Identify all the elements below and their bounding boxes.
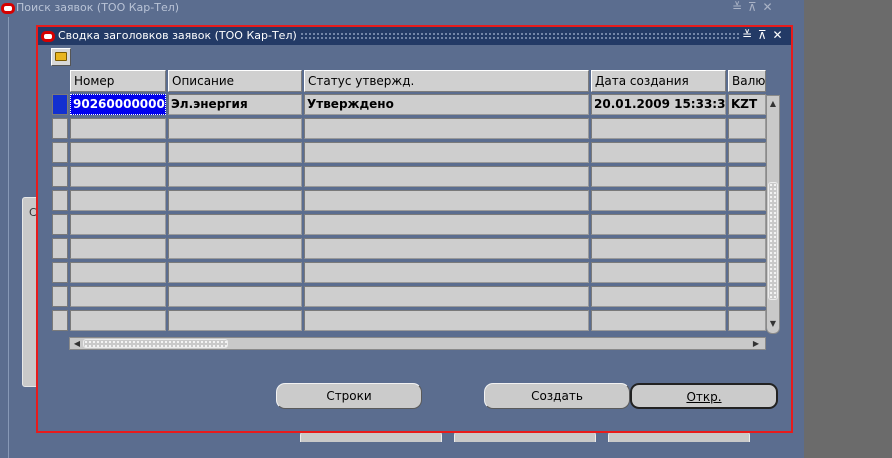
background-window-title: Поиск заявок (ТОО Кар-Тел) bbox=[16, 1, 180, 14]
table-cell[interactable] bbox=[728, 286, 766, 307]
table-cell[interactable] bbox=[70, 118, 166, 139]
open-folder-icon bbox=[55, 52, 67, 61]
column-header-approval-status[interactable]: Статус утвержд. bbox=[304, 70, 589, 92]
vertical-scrollbar[interactable]: ▲ ▼ bbox=[766, 95, 780, 334]
table-cell[interactable] bbox=[591, 238, 726, 259]
row-selector[interactable] bbox=[52, 214, 68, 235]
row-selector[interactable] bbox=[52, 166, 68, 187]
lines-button[interactable]: Строки bbox=[276, 383, 422, 409]
table-cell[interactable] bbox=[168, 166, 302, 187]
table-cell[interactable] bbox=[304, 190, 589, 211]
background-divider bbox=[8, 17, 9, 458]
table-cell[interactable] bbox=[70, 214, 166, 235]
table-cell[interactable] bbox=[728, 214, 766, 235]
table-cell[interactable] bbox=[728, 118, 766, 139]
table-cell[interactable] bbox=[591, 262, 726, 283]
table-cell[interactable]: 9026000000013 bbox=[70, 94, 166, 115]
row-selector[interactable] bbox=[52, 142, 68, 163]
row-selector[interactable] bbox=[52, 286, 68, 307]
horizontal-scrollbar[interactable]: ◀ ▶ bbox=[69, 337, 766, 350]
table-cell[interactable]: Утверждено bbox=[304, 94, 589, 115]
modal-title: Сводка заголовков заявок (ТОО Кар-Тел) bbox=[58, 29, 297, 42]
column-header-creation-date[interactable]: Дата создания bbox=[591, 70, 726, 92]
table-cell[interactable] bbox=[70, 286, 166, 307]
table-cell[interactable] bbox=[591, 118, 726, 139]
table-cell[interactable] bbox=[168, 262, 302, 283]
table-cell[interactable] bbox=[70, 262, 166, 283]
table-cell[interactable] bbox=[70, 142, 166, 163]
table-cell[interactable] bbox=[304, 142, 589, 163]
table-cell[interactable] bbox=[728, 238, 766, 259]
table-cell[interactable] bbox=[304, 238, 589, 259]
titlebar-grip bbox=[300, 32, 740, 40]
modal-titlebar[interactable]: Сводка заголовков заявок (ТОО Кар-Тел) ≚… bbox=[38, 27, 791, 45]
table-cell[interactable] bbox=[304, 286, 589, 307]
table-cell[interactable] bbox=[728, 142, 766, 163]
table-cell[interactable] bbox=[70, 310, 166, 331]
row-selector[interactable] bbox=[52, 118, 68, 139]
background-window-controls[interactable]: ≚ ⊼ ✕ bbox=[732, 0, 774, 14]
horizontal-scroll-thumb[interactable] bbox=[83, 339, 228, 348]
requisition-summary-window: Сводка заголовков заявок (ТОО Кар-Тел) ≚… bbox=[36, 25, 793, 433]
table-cell[interactable] bbox=[168, 286, 302, 307]
table-cell[interactable] bbox=[70, 166, 166, 187]
table-cell[interactable] bbox=[168, 310, 302, 331]
scroll-down-icon[interactable]: ▼ bbox=[768, 318, 778, 330]
table-cell[interactable] bbox=[70, 238, 166, 259]
column-header-number[interactable]: Номер bbox=[70, 70, 166, 92]
table-cell[interactable] bbox=[304, 166, 589, 187]
table-cell[interactable] bbox=[168, 118, 302, 139]
table-cell[interactable] bbox=[304, 310, 589, 331]
table-cell[interactable] bbox=[591, 142, 726, 163]
table-cell[interactable] bbox=[728, 310, 766, 331]
table-cell[interactable]: Эл.энергия bbox=[168, 94, 302, 115]
open-button[interactable]: Откр. bbox=[630, 383, 778, 409]
open-folder-button[interactable] bbox=[51, 48, 71, 66]
row-selector[interactable] bbox=[52, 262, 68, 283]
table-cell[interactable]: 20.01.2009 15:33:31 bbox=[591, 94, 726, 115]
create-button[interactable]: Создать bbox=[484, 383, 630, 409]
table-cell[interactable] bbox=[70, 190, 166, 211]
table-cell[interactable] bbox=[168, 190, 302, 211]
row-selector[interactable] bbox=[52, 190, 68, 211]
oracle-logo-icon bbox=[41, 31, 55, 42]
table-cell[interactable] bbox=[591, 310, 726, 331]
row-selector[interactable] bbox=[52, 238, 68, 259]
table-cell[interactable] bbox=[168, 214, 302, 235]
desktop-area bbox=[804, 0, 892, 458]
table-cell[interactable] bbox=[168, 238, 302, 259]
table-cell[interactable] bbox=[591, 214, 726, 235]
table-cell[interactable] bbox=[591, 166, 726, 187]
table-cell[interactable] bbox=[728, 262, 766, 283]
scroll-left-icon[interactable]: ◀ bbox=[71, 338, 83, 349]
table-cell[interactable]: KZT bbox=[728, 94, 766, 115]
scroll-up-icon[interactable]: ▲ bbox=[768, 98, 778, 110]
row-selector[interactable] bbox=[52, 94, 68, 115]
table-cell[interactable] bbox=[168, 142, 302, 163]
table-cell[interactable] bbox=[304, 118, 589, 139]
column-header-currency[interactable]: Валю bbox=[728, 70, 766, 92]
column-header-description[interactable]: Описание bbox=[168, 70, 302, 92]
table-cell[interactable] bbox=[591, 286, 726, 307]
oracle-logo-icon bbox=[1, 3, 15, 14]
table-cell[interactable] bbox=[728, 166, 766, 187]
table-cell[interactable] bbox=[304, 214, 589, 235]
row-selector[interactable] bbox=[52, 310, 68, 331]
open-button-label: Откр. bbox=[686, 390, 722, 404]
table-cell[interactable] bbox=[728, 190, 766, 211]
background-window-titlebar: Поиск заявок (ТОО Кар-Тел) ≚ ⊼ ✕ bbox=[0, 0, 804, 17]
vertical-scroll-thumb[interactable] bbox=[768, 182, 778, 300]
table-cell[interactable] bbox=[304, 262, 589, 283]
scroll-right-icon[interactable]: ▶ bbox=[750, 338, 762, 349]
table-cell[interactable] bbox=[591, 190, 726, 211]
modal-window-controls[interactable]: ≚ ⊼ ✕ bbox=[742, 28, 784, 42]
